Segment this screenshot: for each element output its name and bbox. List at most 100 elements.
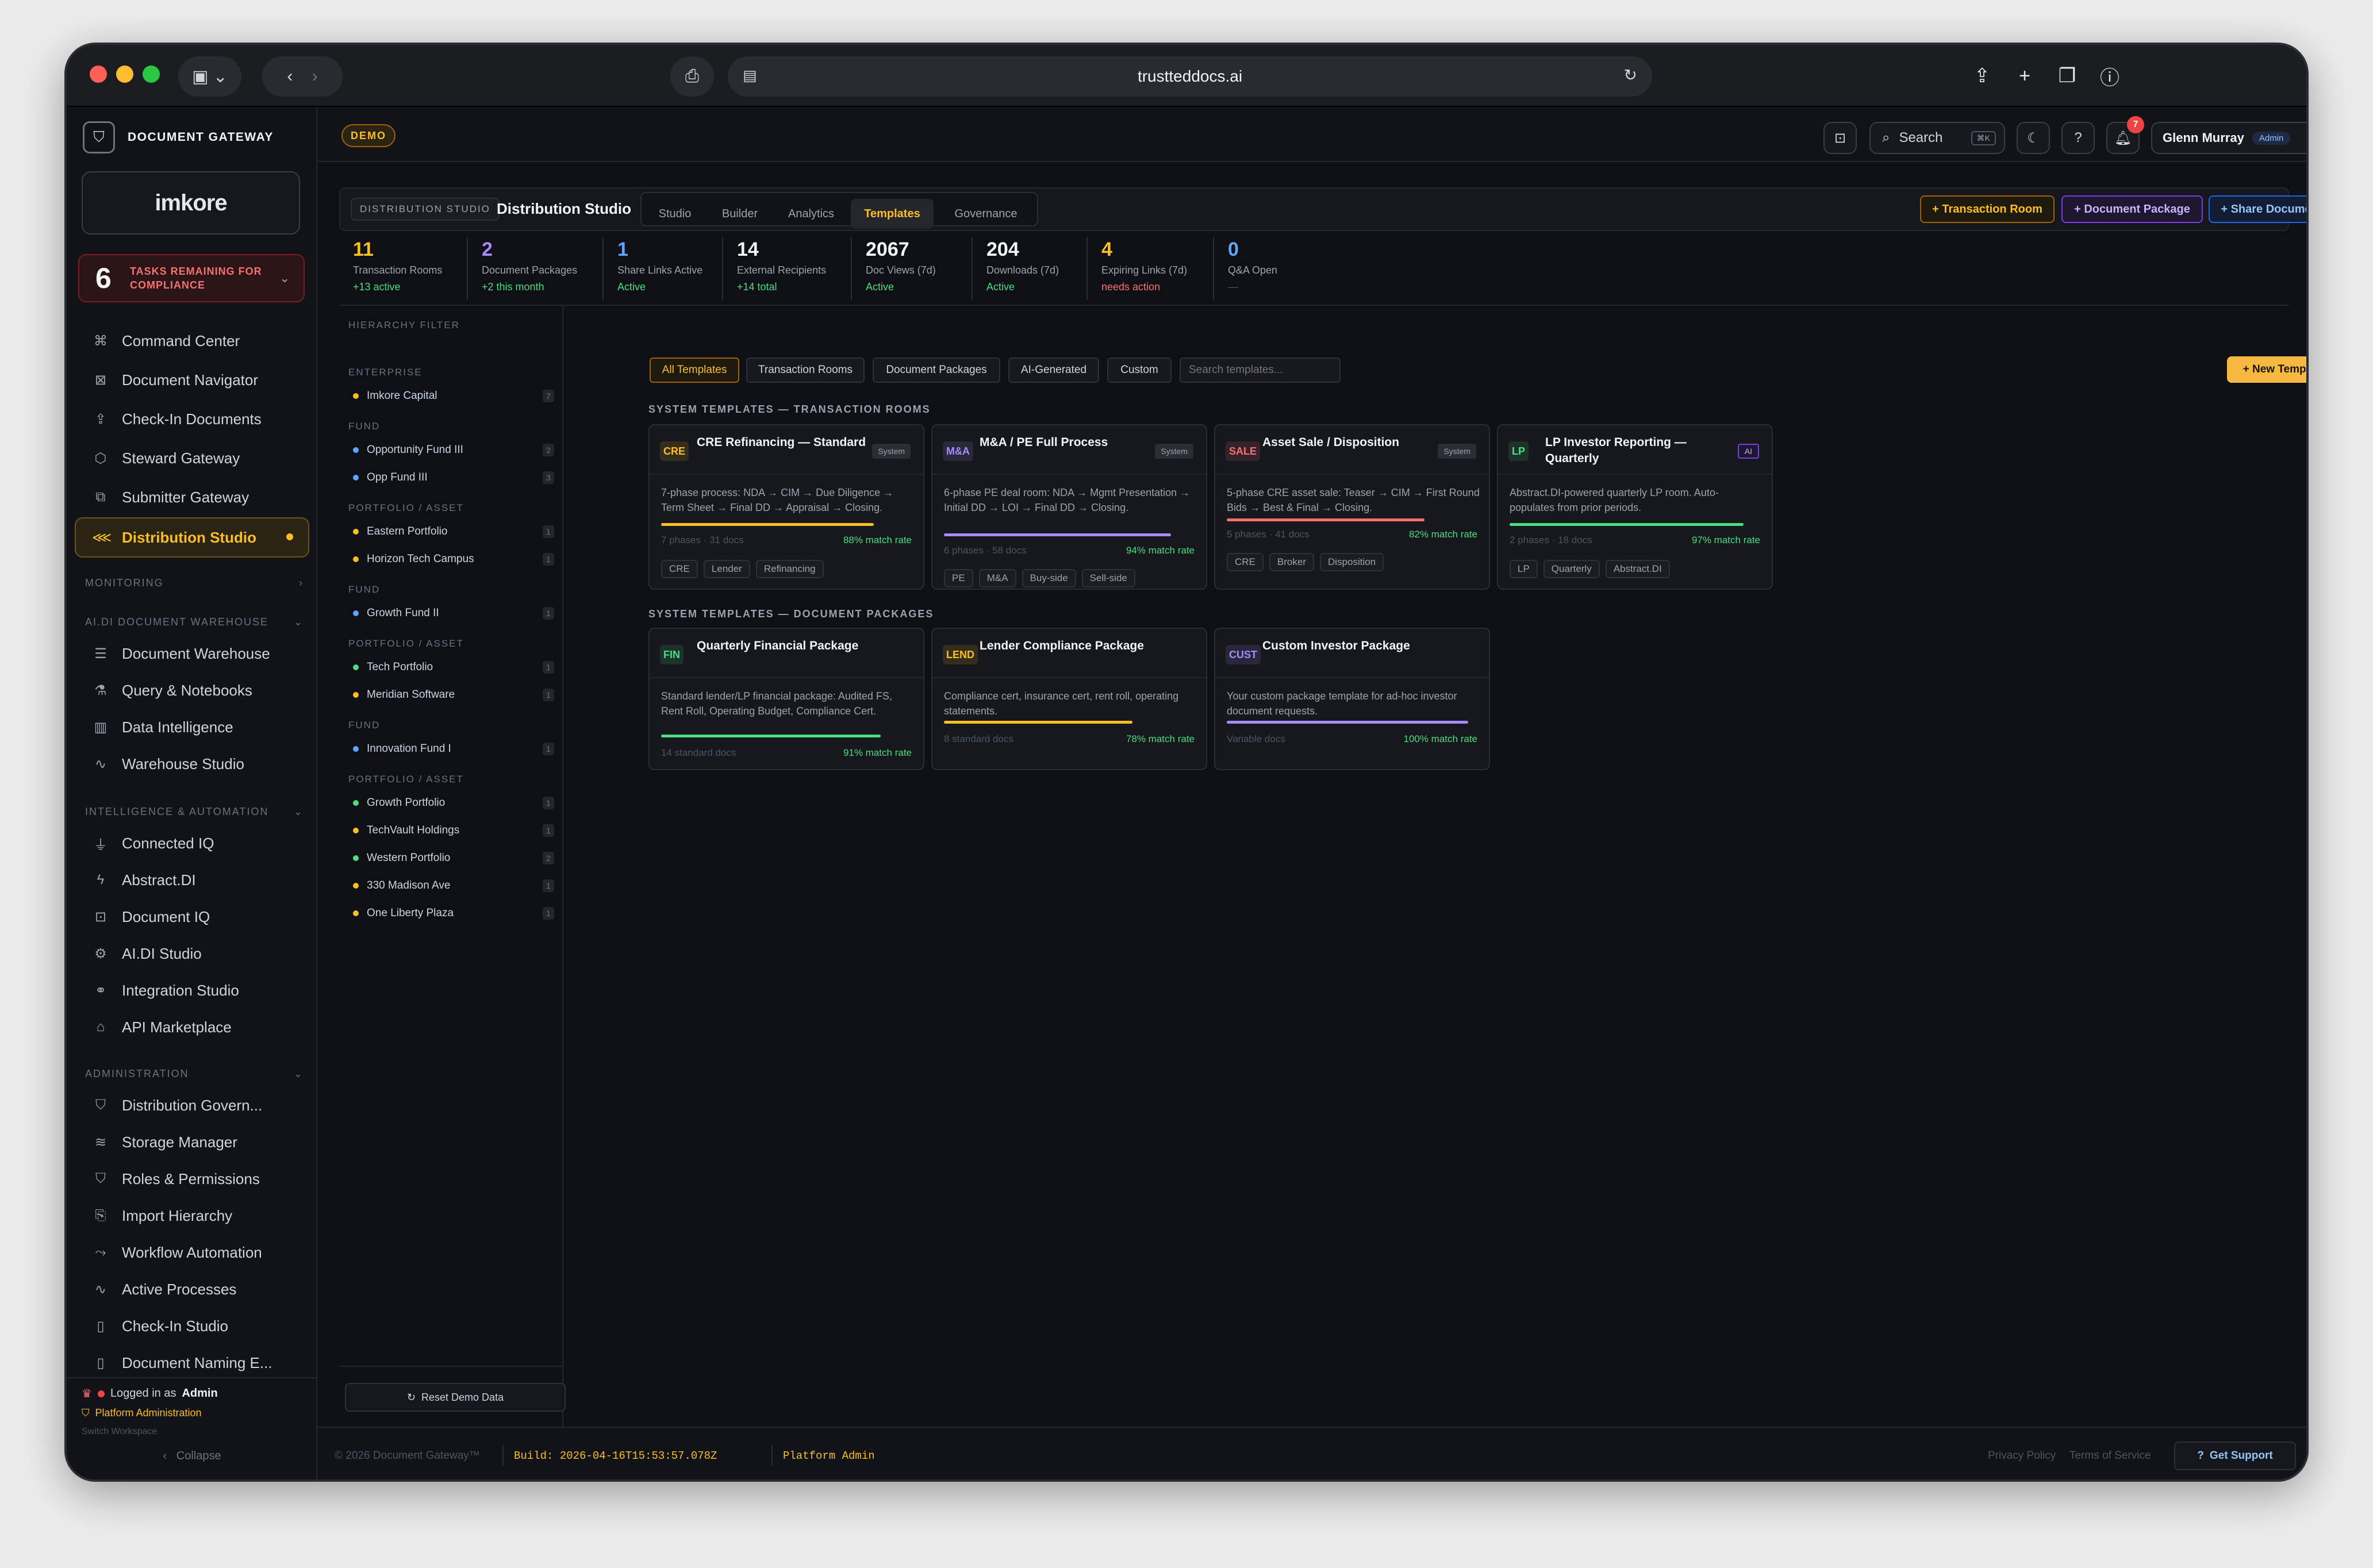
nav-api-marketplace[interactable]: ⌂ API Marketplace <box>76 1009 308 1045</box>
nav-submitter-gateway[interactable]: ⧉ Submitter Gateway <box>76 479 308 515</box>
nav-import-hierarchy[interactable]: ⎘ Import Hierarchy <box>76 1198 308 1233</box>
tag-chip[interactable]: Quarterly <box>1543 560 1600 578</box>
tag-chip[interactable]: Buy-side <box>1022 569 1076 587</box>
tab-analytics[interactable]: Analytics <box>775 199 847 229</box>
reload-icon[interactable]: ↻ <box>1624 66 1637 84</box>
tag-chip[interactable]: Refinancing <box>755 560 824 578</box>
new-template-button[interactable]: + New Template <box>2227 356 2306 383</box>
filter-item[interactable]: Eastern Portfolio 1 <box>353 525 554 538</box>
nav-integration-studio[interactable]: ⚭ Integration Studio <box>76 973 308 1008</box>
tag-chip[interactable]: Broker <box>1269 553 1314 571</box>
filter-item[interactable]: Imkore Capital 7 <box>353 390 554 402</box>
filter-document-packages[interactable]: Document Packages <box>873 358 1000 383</box>
nav-document-warehouse[interactable]: ☰ Document Warehouse <box>76 636 308 671</box>
nav-distribution-studio[interactable]: ⋘ Distribution Studio <box>75 517 309 558</box>
filter-item[interactable]: Growth Fund II 1 <box>353 607 554 620</box>
section-monitoring[interactable]: MONITORING › <box>85 577 304 589</box>
stat-doc-views[interactable]: 2067 Doc Views (7d) Active <box>852 237 973 300</box>
info-icon[interactable]: ⓘ <box>2097 63 2122 89</box>
tab-templates[interactable]: Templates <box>851 199 934 229</box>
nav-active-processes[interactable]: ∿ Active Processes <box>76 1271 308 1307</box>
tag-chip[interactable]: Abstract.DI <box>1605 560 1670 578</box>
new-transaction-room-button[interactable]: + Transaction Room <box>1920 195 2055 223</box>
search-templates-input[interactable] <box>1180 358 1341 383</box>
notifications-button[interactable]: 🔔︎ 7 <box>2106 116 2144 154</box>
user-menu[interactable]: Glenn Murray Admin ⚙ <box>2151 122 2306 154</box>
nav-document-naming[interactable]: ▯ Document Naming E... <box>76 1345 308 1381</box>
tag-chip[interactable]: Disposition <box>1319 553 1384 571</box>
nav-data-intelligence[interactable]: ▥ Data Intelligence <box>76 709 308 745</box>
nav-warehouse-studio[interactable]: ∿ Warehouse Studio <box>76 746 308 782</box>
reset-demo-data-button[interactable]: ↻ Reset Demo Data <box>345 1383 566 1412</box>
template-card[interactable]: CRE CRE Refinancing — Standard System 7-pha… <box>648 424 924 590</box>
stat-downloads[interactable]: 204 Downloads (7d) Active <box>973 237 1088 300</box>
nav-query-notebooks[interactable]: ⚗ Query & Notebooks <box>76 672 308 708</box>
close-window-button[interactable] <box>90 66 107 83</box>
tag-chip[interactable]: CRE <box>661 560 698 578</box>
filter-item[interactable]: Opportunity Fund III 2 <box>353 444 554 456</box>
filter-item[interactable]: Innovation Fund I1 <box>353 743 554 755</box>
stat-expiring-links[interactable]: 4 Expiring Links (7d) needs action <box>1088 237 1214 300</box>
nav-document-navigator[interactable]: ⊠ Document Navigator <box>76 362 308 398</box>
section-administration[interactable]: ADMINISTRATION ⌄ <box>85 1068 304 1080</box>
nav-roles-permissions[interactable]: ⛉ Roles & Permissions <box>76 1161 308 1197</box>
filter-item[interactable]: TechVault Holdings 1 <box>353 824 554 837</box>
nav-connected-iq[interactable]: ⏚ Connected IQ <box>76 825 308 861</box>
stat-transaction-rooms[interactable]: 11 Transaction Rooms +13 active <box>339 237 468 300</box>
stat-qa-open[interactable]: 0 Q&A Open — <box>1214 237 1318 300</box>
sidebar-toggle-button[interactable]: ▣ ⌄ <box>178 56 241 97</box>
nav-aidi-studio[interactable]: ⚙ AI.DI Studio <box>76 936 308 971</box>
nav-storage-manager[interactable]: ≋ Storage Manager <box>76 1124 308 1160</box>
assistant-button[interactable]: ⊡ <box>1823 122 1857 154</box>
terms-of-service-link[interactable]: Terms of Service <box>2069 1450 2151 1462</box>
print-button[interactable]: ⎙ <box>670 56 714 97</box>
tag-chip[interactable]: Lender <box>703 560 750 578</box>
template-card[interactable]: CUST Custom Investor Package Your custom p… <box>1214 628 1490 770</box>
brand[interactable]: ⛉ DOCUMENT GATEWAY <box>83 117 307 157</box>
search-button[interactable]: ⌕ Search ⌘K <box>1869 122 2005 154</box>
nav-steward-gateway[interactable]: ⬡ Steward Gateway <box>76 440 308 476</box>
privacy-policy-link[interactable]: Privacy Policy <box>1988 1450 2056 1462</box>
tab-studio[interactable]: Studio <box>645 199 705 229</box>
stat-external-recipients[interactable]: 14 External Recipients +14 total <box>723 237 852 300</box>
filter-item[interactable]: Growth Portfolio 1 <box>353 797 554 809</box>
site-settings-icon[interactable]: ▤ <box>743 67 757 84</box>
filter-item[interactable]: Horizon Tech Campus 1 <box>353 553 554 566</box>
get-support-button[interactable]: ? Get Support <box>2174 1442 2296 1470</box>
filter-item[interactable]: Meridian Software 1 <box>353 689 554 701</box>
template-card[interactable]: LEND Lender Compliance Package Compliance … <box>931 628 1207 770</box>
new-document-package-button[interactable]: + Document Package <box>2061 195 2203 223</box>
stat-share-links[interactable]: 1 Share Links Active Active <box>604 237 723 300</box>
theme-toggle-button[interactable]: ☾ <box>2017 122 2050 154</box>
nav-command-center[interactable]: ⌘ Command Center <box>76 323 308 359</box>
help-button[interactable]: ? <box>2061 122 2095 154</box>
stat-document-packages[interactable]: 2 Document Packages +2 this month <box>468 237 604 300</box>
forward-icon[interactable]: › <box>312 67 318 86</box>
section-intelligence[interactable]: INTELLIGENCE & AUTOMATION ⌄ <box>85 806 304 818</box>
filter-transaction-rooms[interactable]: Transaction Rooms <box>746 358 865 383</box>
filter-item[interactable]: 330 Madison Ave 1 <box>353 879 554 892</box>
nav-check-in-documents[interactable]: ⇪ Check-In Documents <box>76 401 308 437</box>
filter-item[interactable]: Opp Fund III 3 <box>353 471 554 484</box>
filter-custom[interactable]: Custom <box>1107 358 1172 383</box>
nav-check-in-studio[interactable]: ▯ Check-In Studio <box>76 1308 308 1344</box>
tab-governance[interactable]: Governance <box>937 199 1035 229</box>
nav-abstract-di[interactable]: ϟ Abstract.DI <box>76 862 308 898</box>
share-icon[interactable]: ⇪ <box>1969 63 1995 89</box>
compliance-tasks-banner[interactable]: 6 TASKS REMAINING FOR COMPLIANCE ⌄ <box>78 254 305 302</box>
tenant-logo[interactable]: imkore <box>82 171 300 235</box>
maximize-window-button[interactable] <box>143 66 160 83</box>
section-warehouse[interactable]: AI.DI DOCUMENT WAREHOUSE ⌄ <box>85 616 304 628</box>
template-card[interactable]: SALE Asset Sale / Disposition System 5-phas… <box>1214 424 1490 590</box>
template-card[interactable]: LP LP Investor Reporting — Quarterly AI Abs… <box>1497 424 1773 590</box>
tag-chip[interactable]: M&A <box>978 569 1016 587</box>
filter-item[interactable]: One Liberty Plaza 1 <box>353 907 554 920</box>
collapse-sidebar-button[interactable]: ‹ Collapse <box>67 1450 317 1463</box>
filter-item[interactable]: Tech Portfolio 1 <box>353 661 554 674</box>
filter-item[interactable]: Western Portfolio 2 <box>353 852 554 864</box>
tag-chip[interactable]: PE <box>944 569 973 587</box>
filter-all-templates[interactable]: All Templates <box>650 358 739 383</box>
tag-chip[interactable]: CRE <box>1227 553 1264 571</box>
nav-workflow-automation[interactable]: ⤳ Workflow Automation <box>76 1235 308 1270</box>
tabs-overview-icon[interactable]: ❐ <box>2055 63 2080 89</box>
